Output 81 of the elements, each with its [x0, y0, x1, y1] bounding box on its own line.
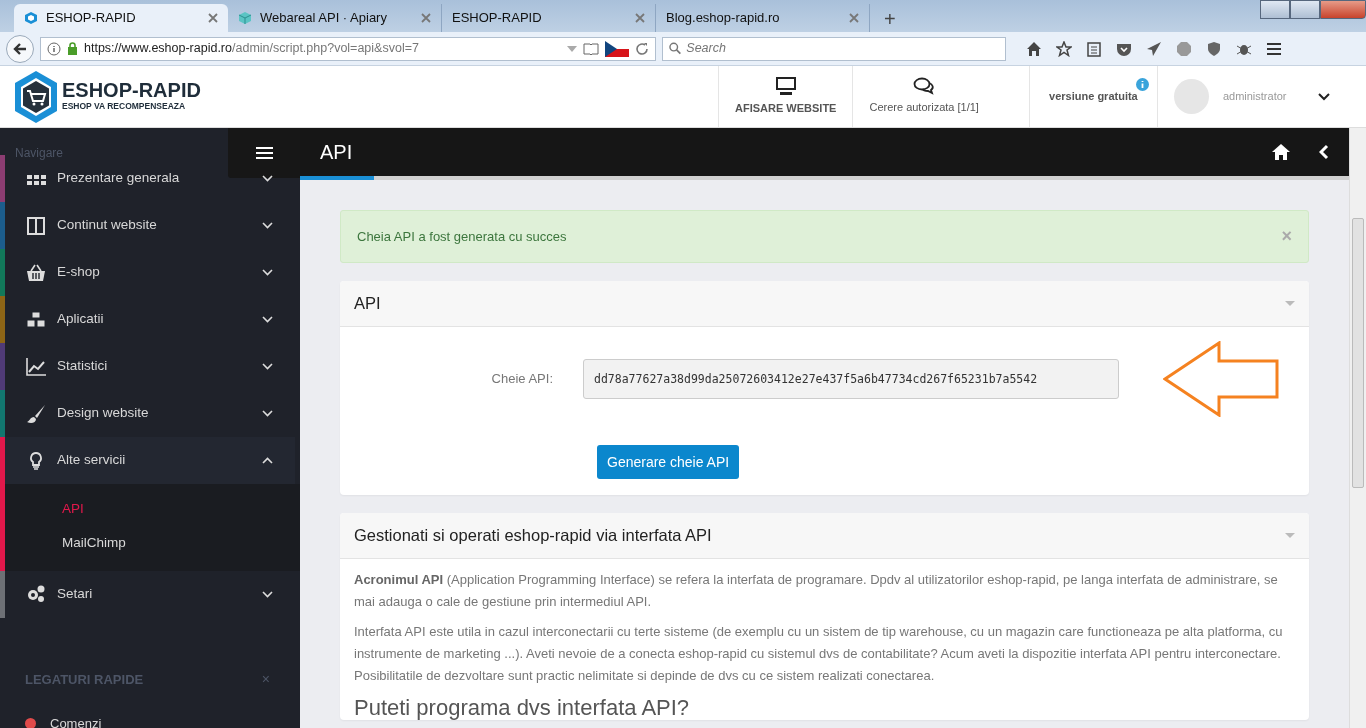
version-label: versiune gratuita	[1049, 89, 1138, 105]
logo-title: ESHOP-RAPID	[62, 80, 201, 101]
lock-icon	[67, 42, 78, 55]
panel-title: API	[354, 293, 381, 315]
monitor-icon	[774, 76, 797, 97]
menu-button[interactable]	[228, 128, 300, 178]
menu-icon	[255, 146, 273, 160]
close-icon[interactable]	[849, 13, 859, 23]
line-chart-icon	[26, 356, 46, 377]
section-title: LEGATURI RAPIDE	[25, 670, 144, 689]
list-icon[interactable]	[1086, 40, 1102, 57]
close-button[interactable]	[1320, 0, 1366, 19]
back-button[interactable]	[6, 34, 34, 63]
submenu-item[interactable]: API	[5, 492, 84, 527]
columns-icon	[26, 215, 46, 236]
shield-icon	[24, 11, 38, 25]
shield-icon[interactable]	[1206, 40, 1222, 57]
cubes-icon	[26, 309, 46, 330]
address-field[interactable]: https://www.eshop-rapid.ro/admin/script.php?vol=api&svol=7	[40, 36, 656, 61]
logo-subtitle: ESHOP VA RECOMPENSEAZA	[62, 100, 187, 113]
sidebar-item[interactable]: Continut website	[0, 202, 295, 249]
page-title: API	[320, 140, 354, 165]
new-tab-button[interactable]: +	[870, 6, 910, 32]
reader-view-icon[interactable]	[583, 42, 599, 55]
chevron-down-icon	[262, 269, 273, 276]
minimize-button[interactable]	[1260, 0, 1290, 19]
menu-icon[interactable]	[1266, 40, 1282, 57]
close-icon[interactable]	[208, 13, 218, 23]
home-button[interactable]	[1271, 143, 1291, 161]
scrollbar-thumb[interactable]	[1352, 218, 1364, 488]
close-icon[interactable]	[635, 13, 645, 23]
cart-logo-icon	[14, 69, 58, 124]
chevron-down-icon[interactable]	[1317, 92, 1330, 101]
generate-key-button[interactable]: Generare cheie API	[597, 445, 740, 479]
chevron-down-icon	[262, 410, 273, 417]
info-icon	[1135, 78, 1149, 91]
star-icon[interactable]	[1056, 40, 1072, 57]
info-icon	[47, 41, 61, 56]
chevron-down-icon	[262, 222, 273, 229]
section-heading: Puteti programa dvs interfata API?	[354, 695, 691, 721]
chevron-down-icon	[262, 590, 273, 598]
browser-tab[interactable]: ESHOP-RAPID	[14, 4, 228, 32]
quick-link[interactable]: Comenzi	[0, 713, 127, 728]
back-arrow-icon	[13, 41, 27, 56]
search-icon	[669, 42, 682, 55]
sidebar-item[interactable]: E-shop	[0, 249, 295, 296]
sidebar-item[interactable]: Setari	[0, 570, 295, 618]
url-text: https://www.eshop-rapid.ro/admin/script.php?vol=api&svol=7	[84, 40, 420, 58]
sidebar-item[interactable]: Aplicatii	[0, 296, 295, 343]
chevron-up-icon	[262, 457, 273, 464]
avatar	[1173, 79, 1209, 114]
user-name: administrator	[1222, 89, 1287, 105]
chevron-down-icon	[262, 175, 273, 182]
reload-icon[interactable]	[635, 41, 649, 56]
paragraph: Acronimul API (Application Programming Interface) se refera la interfata de programare. Dpdv al utilizatorilor eshop-rapid, pe langa interfata de administrare, se mai adauga o cale de gestiune prin intermediul API.	[354, 571, 1279, 611]
paper-plane-icon[interactable]	[1146, 40, 1162, 57]
search-field[interactable]: Search	[662, 36, 1006, 61]
sidebar-item[interactable]: Statistici	[0, 343, 295, 390]
chat-bubbles-icon	[913, 77, 936, 96]
cube-icon	[238, 11, 252, 25]
sidebar-item[interactable]: Design website	[0, 390, 295, 437]
close-icon[interactable]	[421, 13, 431, 23]
home-icon[interactable]	[1026, 40, 1042, 57]
chevron-left-icon	[1319, 144, 1329, 160]
chevron-down-icon	[262, 363, 273, 370]
nav-label: Navigare	[14, 145, 65, 162]
paragraph: Interfata API este utila in cazul interconectarii cu terte sisteme (de exemplu cu un sistem de tip warehouse, cu un magazin care functioneaza pe alta platforma, cu instrumente de marketing ...). Aveti nevoie de a conecta eshop-rapid cu sistemul dvs de contabilitate? Acum aveti la dispozitie interfata API pentru interconectare. Posibilitatile de dezvoltare sunt practic nelimitate si depinde de dvs cu ce sistem realizati conectarea.	[354, 623, 1284, 685]
submenu-item[interactable]: MailChimp	[5, 526, 126, 561]
chevron-down-icon	[262, 316, 273, 323]
gears-icon	[26, 584, 46, 604]
panel-title: Gestionati si operati eshop-rapid via interfata API	[354, 525, 712, 547]
home-icon	[1271, 143, 1291, 161]
alert-text: Cheia API a fost generata cu succes	[357, 227, 567, 246]
restore-button[interactable]	[1290, 0, 1320, 19]
scrollbar[interactable]	[1349, 128, 1366, 728]
field-label: Cheie API:	[490, 370, 554, 389]
adblock-icon[interactable]	[1176, 40, 1192, 57]
flag-icon	[605, 40, 629, 57]
api-key-field[interactable]: dd78a77627a38d99da25072603412e27e437f5a6b47734cd267f65231b7a5542	[583, 359, 1119, 399]
basket-icon	[26, 262, 46, 283]
sidebar-item[interactable]: Alte servicii	[0, 437, 295, 484]
